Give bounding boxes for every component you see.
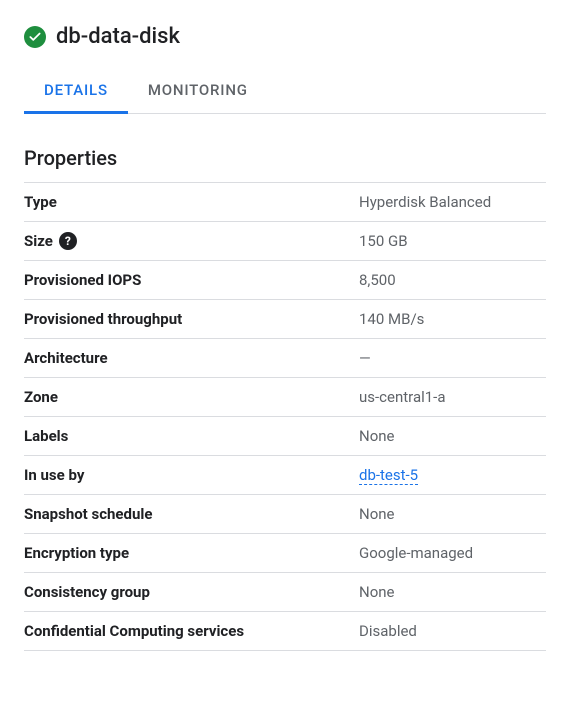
tab-details[interactable]: DETAILS [24,69,128,114]
property-label: Zone [24,388,359,406]
page-header: db-data-disk [24,24,546,49]
property-row: Zoneus-central1-a [24,377,546,416]
in-use-by-link[interactable]: db-test-5 [359,466,418,485]
property-value: None [359,583,546,601]
property-row: Consistency groupNone [24,572,546,611]
status-healthy-icon [24,26,46,48]
property-value: 140 MB/s [359,310,546,328]
property-label: Type [24,193,359,211]
properties-table: TypeHyperdisk BalancedSize?150 GBProvisi… [24,182,546,651]
property-row: Snapshot scheduleNone [24,494,546,533]
property-value: us-central1-a [359,388,546,406]
property-label: Size? [24,232,359,250]
property-label: Snapshot schedule [24,505,359,523]
property-value: — [359,349,546,367]
property-row: TypeHyperdisk Balanced [24,182,546,221]
property-row: Architecture— [24,338,546,377]
property-row: Provisioned throughput140 MB/s [24,299,546,338]
property-row: Provisioned IOPS8,500 [24,260,546,299]
property-label: Labels [24,427,359,445]
property-value: 8,500 [359,271,546,289]
section-title: Properties [24,146,546,170]
property-row: Confidential Computing servicesDisabled [24,611,546,651]
property-label: Architecture [24,349,359,367]
page-title: db-data-disk [56,24,180,49]
property-value: Disabled [359,622,546,640]
property-label: Confidential Computing services [24,622,359,640]
property-value: 150 GB [359,232,546,250]
property-value: db-test-5 [359,466,546,484]
property-value: None [359,427,546,445]
tabs: DETAILS MONITORING [24,69,546,114]
property-label: Provisioned IOPS [24,271,359,289]
property-label: Encryption type [24,544,359,562]
property-value: Hyperdisk Balanced [359,193,546,211]
help-icon[interactable]: ? [59,232,77,250]
property-row: LabelsNone [24,416,546,455]
property-row: In use bydb-test-5 [24,455,546,494]
property-label: Provisioned throughput [24,310,359,328]
tab-monitoring[interactable]: MONITORING [128,69,268,114]
property-row: Size?150 GB [24,221,546,260]
property-value: Google-managed [359,544,546,562]
property-label: In use by [24,466,359,484]
property-label: Consistency group [24,583,359,601]
property-value: None [359,505,546,523]
property-row: Encryption typeGoogle-managed [24,533,546,572]
